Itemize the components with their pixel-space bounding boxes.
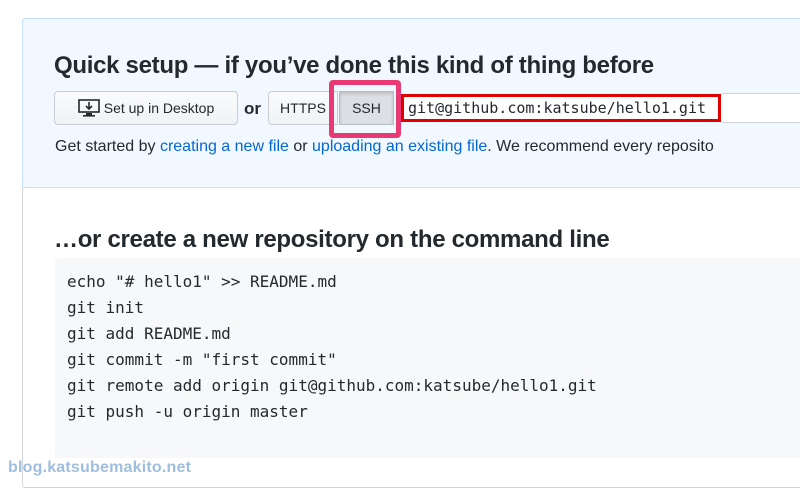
help-suffix: . We recommend every reposito <box>487 138 714 155</box>
watermark: blog.katsubemakito.net <box>8 459 192 476</box>
setup-desktop-button[interactable]: Set up in Desktop <box>54 91 238 125</box>
clone-url-field-extension <box>721 93 800 123</box>
code-line: git push -u origin master <box>67 402 308 421</box>
ssh-highlight-annotation <box>329 80 401 138</box>
code-line: git init <box>67 298 145 317</box>
create-new-file-link[interactable]: creating a new file <box>160 138 289 155</box>
code-line: git add README.md <box>67 324 231 343</box>
https-label: HTTPS <box>280 100 326 116</box>
desktop-download-icon <box>77 98 100 118</box>
setup-desktop-label: Set up in Desktop <box>103 100 215 116</box>
or-label: or <box>244 99 261 118</box>
code-line: git remote add origin git@github.com:kat… <box>67 376 597 395</box>
help-middle: or <box>288 138 313 155</box>
code-line: git commit -m "first commit" <box>67 350 337 369</box>
help-prefix: Get started by <box>55 138 160 155</box>
upload-existing-file-link[interactable]: uploading an existing file <box>312 138 487 155</box>
clone-url-input[interactable]: git@github.com:katsube/hello1.git <box>401 94 721 122</box>
command-line-heading: …or create a new repository on the comma… <box>54 226 610 253</box>
code-line: echo "# hello1" >> README.md <box>67 272 337 291</box>
quick-setup-help-text: Get started by creating a new file or up… <box>55 138 714 156</box>
https-button[interactable]: HTTPS <box>268 91 338 125</box>
quick-setup-heading: Quick setup — if you’ve done this kind o… <box>54 52 654 79</box>
